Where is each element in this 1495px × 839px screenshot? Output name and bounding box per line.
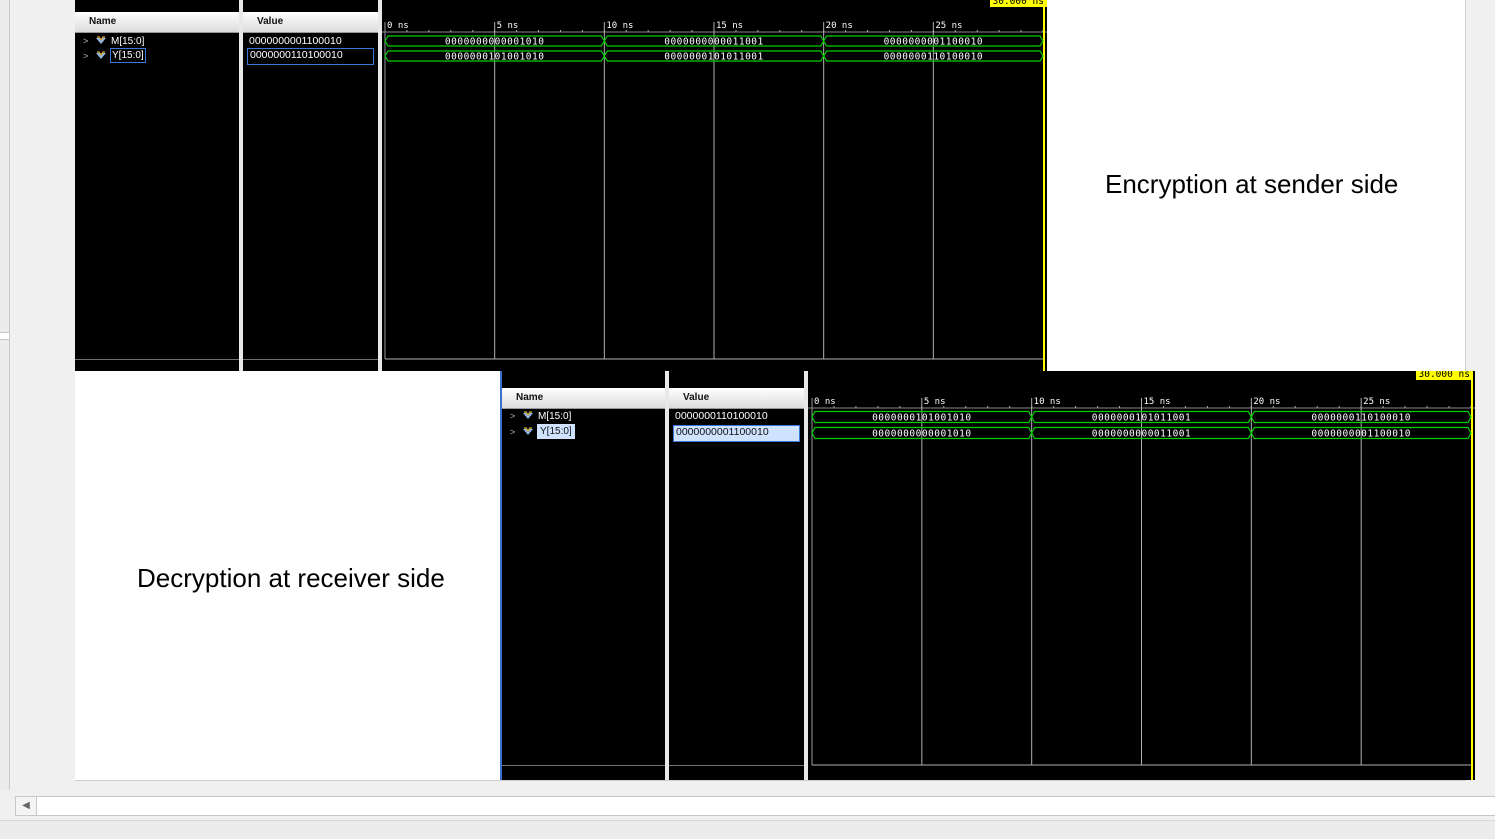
bus-value-label: 0000000001100010: [884, 37, 984, 48]
value-column-header[interactable]: Value: [243, 12, 378, 33]
name-column: Name > M[15:0] > Y[15:0]: [502, 371, 665, 780]
signal-name: M[15:0]: [111, 36, 145, 47]
bus-value-label: 0000000000011001: [664, 37, 764, 48]
time-tick-label: 15 ns: [716, 21, 743, 31]
waveform-area[interactable]: 0 ns 5 ns 10 ns 15 ns 20 ns 25 ns 000000000000…: [382, 0, 1047, 371]
signal-value: 0000000001100010: [673, 425, 800, 442]
cursor-time-label: 30.000 ns: [989, 0, 1047, 7]
waveform-svg: 0 ns 5 ns 10 ns 15 ns 20 ns 25 ns 000000000000…: [382, 0, 1047, 371]
bus-icon: [96, 51, 106, 59]
status-bar: [0, 820, 1495, 839]
signal-value: 0000000001100010: [249, 35, 342, 47]
left-panel-strip: [0, 0, 10, 790]
bus-value-label: 0000000001100010: [1311, 429, 1411, 440]
signal-name: Y[15:0]: [537, 424, 575, 439]
time-tick-label: 10 ns: [606, 21, 633, 31]
decryption-caption: Decryption at receiver side: [137, 563, 445, 593]
time-tick-label: 25 ns: [935, 21, 962, 31]
encryption-caption: Encryption at sender side: [1105, 169, 1399, 199]
time-tick-label: 10 ns: [1034, 397, 1061, 407]
signal-row-y[interactable]: > Y[15:0]: [75, 48, 239, 64]
bus-value-label: 0000000110100010: [1311, 413, 1411, 424]
signal-row-m[interactable]: > M[15:0]: [75, 34, 239, 49]
waveform-panel-decryption: Name > M[15:0] > Y[15:0] Value 000000011…: [500, 371, 1475, 780]
signal-name: Y[15:0]: [110, 48, 146, 63]
time-tick-label: 5 ns: [497, 21, 519, 31]
time-tick-label: 0 ns: [387, 21, 409, 31]
cursor-time-label: 30.000 ns: [1415, 371, 1473, 380]
bus-value-label: 0000000101001010: [445, 52, 545, 63]
name-column: Name > M[15:0] > Y[15:0]: [75, 0, 239, 371]
signal-value: 0000000110100010: [247, 48, 374, 65]
value-column: Value 0000000110100010 0000000001100010: [669, 371, 804, 780]
waveform-svg: 0 ns 5 ns 10 ns 15 ns 20 ns 25 ns 000000010100…: [808, 371, 1475, 780]
time-tick-label: 25 ns: [1363, 397, 1390, 407]
signal-name: M[15:0]: [538, 411, 572, 422]
scroll-left-icon[interactable]: ◀: [16, 797, 37, 815]
time-tick-label: 20 ns: [826, 21, 853, 31]
expand-chevron-icon[interactable]: >: [83, 34, 88, 49]
bus-value-label: 0000000000001010: [872, 429, 972, 440]
expand-chevron-icon[interactable]: >: [510, 409, 515, 424]
bus-value-label: 0000000101001010: [872, 413, 972, 424]
horizontal-scrollbar[interactable]: ◀: [15, 796, 1495, 816]
waveform-panel-encryption: Name > M[15:0] > Y[15:0] Value 000000000…: [75, 0, 1047, 371]
bus-value-label: 0000000101011001: [664, 52, 764, 63]
name-column-header[interactable]: Name: [502, 388, 665, 409]
bus-value-label: 0000000110100010: [884, 52, 984, 63]
signal-row-y[interactable]: > Y[15:0]: [502, 424, 665, 440]
time-tick-label: 20 ns: [1253, 397, 1280, 407]
bus-icon: [523, 427, 533, 435]
waveform-area[interactable]: 0 ns 5 ns 10 ns 15 ns 20 ns 25 ns 000000010100…: [808, 371, 1475, 780]
time-tick-label: 5 ns: [924, 397, 946, 407]
value-column: Value 0000000001100010 0000000110100010: [243, 0, 378, 371]
bus-icon: [523, 411, 533, 419]
expand-chevron-icon[interactable]: >: [510, 425, 515, 440]
bus-icon: [96, 36, 106, 44]
time-tick-label: 0 ns: [814, 397, 836, 407]
bus-value-label: 0000000101011001: [1092, 413, 1192, 424]
name-column-header[interactable]: Name: [75, 12, 239, 33]
expand-chevron-icon[interactable]: >: [83, 49, 88, 64]
signal-row-m[interactable]: > M[15:0]: [502, 409, 665, 424]
left-splitter[interactable]: [0, 332, 9, 340]
signal-value: 0000000110100010: [675, 410, 768, 422]
bus-value-label: 0000000000001010: [445, 37, 545, 48]
value-column-header[interactable]: Value: [669, 388, 804, 409]
bus-value-label: 0000000000011001: [1092, 429, 1192, 440]
time-tick-label: 15 ns: [1144, 397, 1171, 407]
